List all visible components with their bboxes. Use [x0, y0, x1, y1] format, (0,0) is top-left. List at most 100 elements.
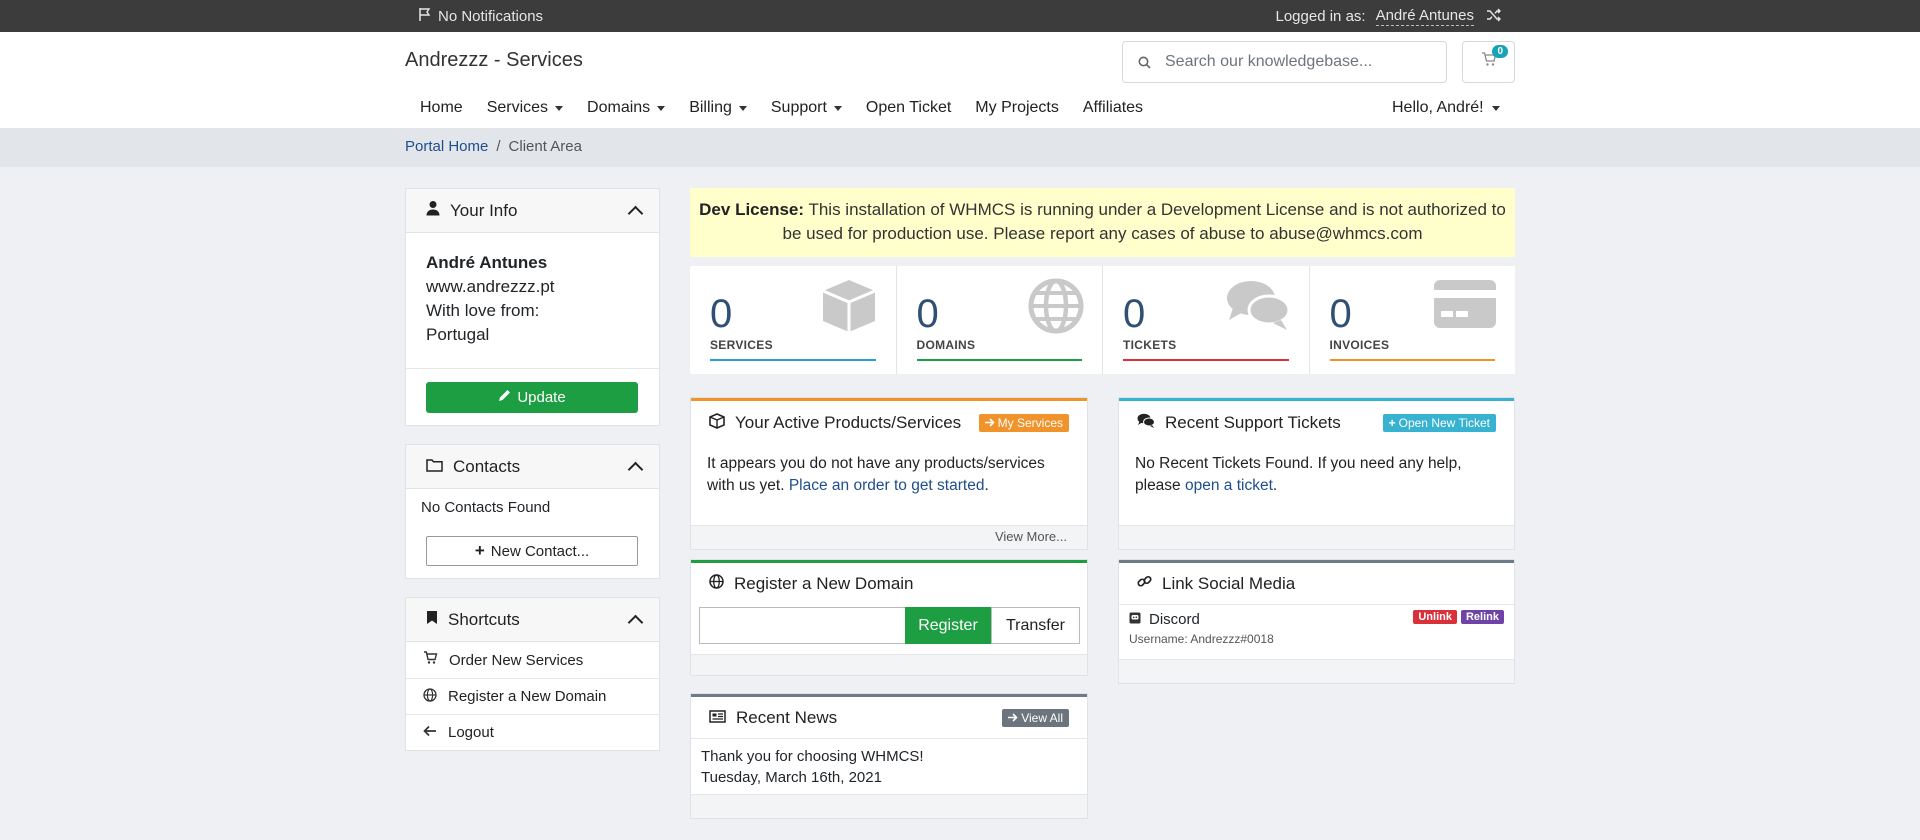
folder-icon [426, 457, 443, 477]
domain-title: Register a New Domain [734, 574, 914, 593]
relink-button[interactable]: Relink [1460, 609, 1504, 624]
open-ticket-link[interactable]: open a ticket [1185, 477, 1273, 494]
user-menu[interactable]: Hello, André! [1392, 99, 1500, 117]
stat-value: 0 [1329, 292, 1352, 336]
nav-my-projects-label: My Projects [975, 99, 1059, 116]
news-item[interactable]: Thank you for choosing WHMCS! Tuesday, M… [691, 739, 1087, 788]
open-new-ticket-label: Open New Ticket [1398, 416, 1490, 430]
globe-icon [423, 687, 437, 706]
social-card: Link Social Media Discord Unlink Relink … [1118, 559, 1515, 684]
shortcuts-header[interactable]: Shortcuts [406, 598, 659, 642]
news-date: Tuesday, March 16th, 2021 [701, 769, 882, 786]
contacts-header[interactable]: Contacts [406, 445, 659, 489]
nav-services-label: Services [486, 99, 549, 116]
brand-title[interactable]: Andrezzz - Services [405, 49, 583, 72]
nav-domains[interactable]: Domains [587, 99, 666, 117]
shortcuts-title: Shortcuts [448, 609, 520, 629]
breadcrumb-home-link[interactable]: Portal Home [405, 138, 488, 155]
stat-label: INVOICES [1329, 338, 1390, 352]
stat-bar [1123, 359, 1289, 361]
new-contact-button[interactable]: + New Contact... [426, 536, 638, 566]
nav-support[interactable]: Support [771, 99, 842, 117]
update-button[interactable]: Update [426, 382, 638, 413]
stat-bar [710, 359, 876, 361]
view-more-link[interactable]: View More... [691, 525, 1087, 549]
search-box[interactable] [1122, 41, 1447, 83]
open-new-ticket-button[interactable]: + Open New Ticket [1382, 414, 1496, 432]
chevron-up-icon[interactable] [627, 461, 644, 478]
nav-affiliates-label: Affiliates [1082, 99, 1144, 116]
caret-down-icon [555, 105, 564, 111]
update-label: Update [517, 389, 566, 406]
discord-icon [1129, 611, 1141, 628]
breadcrumb-current: Client Area [508, 138, 582, 155]
caret-down-icon [833, 105, 842, 111]
chevron-up-icon[interactable] [627, 614, 644, 631]
social-service: Discord [1149, 611, 1200, 628]
stat-services[interactable]: 0 SERVICES [690, 266, 897, 374]
arrow-right-icon [984, 416, 995, 430]
shortcut-order-services[interactable]: Order New Services [406, 642, 659, 678]
notifications-label: No Notifications [438, 8, 544, 25]
your-info-header[interactable]: Your Info [406, 189, 659, 233]
register-button[interactable]: Register [905, 607, 991, 644]
view-all-button[interactable]: View All [1002, 708, 1069, 727]
cart-button[interactable]: 0 [1462, 41, 1515, 83]
stat-bar [916, 359, 1082, 361]
nav-open-ticket[interactable]: Open Ticket [866, 99, 951, 117]
your-info-panel: Your Info André Antunes www.andrezzz.pt … [405, 188, 660, 426]
divider [406, 368, 659, 369]
cube-icon [709, 412, 725, 434]
shortcut-label: Logout [448, 724, 494, 741]
social-row-discord: Discord Unlink Relink Username: Andrezzz… [1119, 605, 1514, 646]
flag-icon [418, 7, 432, 26]
unlink-button[interactable]: Unlink [1413, 609, 1457, 624]
stat-tickets[interactable]: 0 TICKETS [1103, 266, 1310, 374]
notifications-link[interactable]: No Notifications [418, 7, 543, 26]
products-card: Your Active Products/Services My Service… [690, 397, 1088, 550]
stat-invoices[interactable]: 0 INVOICES [1310, 266, 1516, 374]
transfer-button[interactable]: Transfer [991, 607, 1080, 644]
nav-support-label: Support [770, 99, 827, 116]
logged-in-user[interactable]: André Antunes [1375, 7, 1474, 26]
nav-my-projects[interactable]: My Projects [975, 99, 1059, 117]
arrow-left-icon [423, 724, 437, 741]
comments-icon [1137, 413, 1155, 433]
login-info: Logged in as: André Antunes [1276, 7, 1474, 26]
shortcut-register-domain[interactable]: Register a New Domain [406, 678, 659, 714]
cart-icon [423, 651, 438, 669]
nav-services[interactable]: Services [486, 99, 564, 117]
news-title: Recent News [736, 707, 838, 727]
main-nav: Home Services Domains Billing Support Op… [405, 99, 1167, 117]
shortcut-logout[interactable]: Logout [406, 714, 659, 750]
info-line-2: With love from: [426, 301, 540, 320]
stat-domains[interactable]: 0 DOMAINS [897, 266, 1103, 374]
plus-icon: + [1388, 416, 1396, 430]
no-contacts-text: No Contacts Found [421, 499, 551, 516]
card-footer [1119, 659, 1514, 683]
search-icon [1123, 56, 1165, 69]
stat-bar [1329, 359, 1495, 361]
chevron-up-icon[interactable] [627, 205, 644, 222]
nav-open-ticket-label: Open Ticket [865, 99, 952, 116]
shuffle-icon[interactable] [1486, 7, 1502, 27]
place-order-link[interactable]: Place an order to get started [789, 477, 985, 494]
nav-domains-label: Domains [587, 99, 651, 116]
nav-billing[interactable]: Billing [689, 99, 747, 117]
domain-search-input[interactable] [699, 607, 905, 644]
products-text-end: . [984, 477, 989, 494]
link-icon [1137, 574, 1152, 594]
nav-home[interactable]: Home [405, 99, 463, 117]
dev-license-banner: Dev License: This installation of WHMCS … [690, 188, 1515, 257]
contacts-title: Contacts [453, 456, 521, 476]
my-services-button[interactable]: My Services [978, 414, 1069, 432]
social-title: Link Social Media [1162, 573, 1296, 593]
card-footer [691, 794, 1087, 818]
arrow-right-icon [1008, 711, 1018, 725]
card-footer [1119, 525, 1514, 549]
nav-affiliates[interactable]: Affiliates [1083, 99, 1143, 117]
news-card: Recent News View All Thank you for choos… [690, 693, 1088, 819]
search-input[interactable] [1165, 53, 1435, 71]
breadcrumb: Portal Home / Client Area [0, 128, 1920, 167]
plus-icon: + [474, 541, 485, 560]
